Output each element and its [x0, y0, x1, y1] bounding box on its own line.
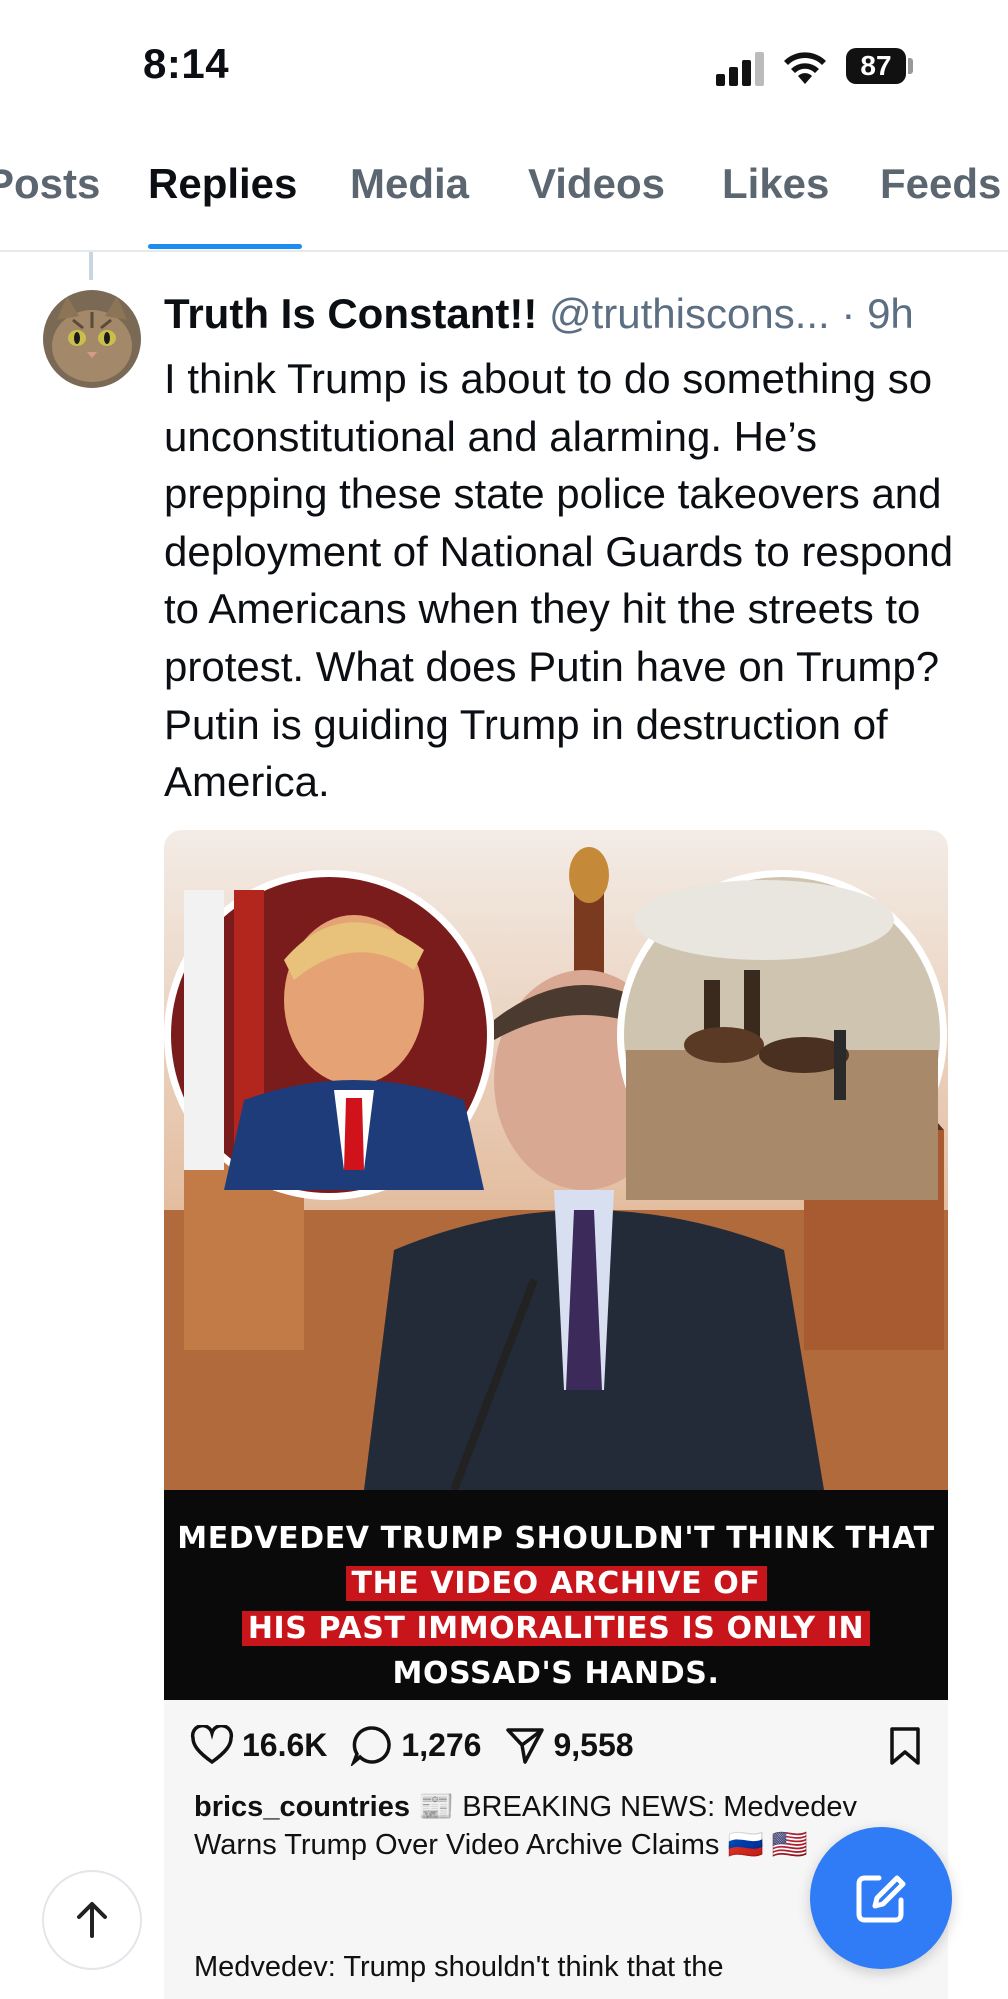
- shares-count: 9,558: [553, 1726, 634, 1763]
- share-icon: [506, 1728, 545, 1764]
- compose-button[interactable]: [810, 1827, 952, 1969]
- caption-line-1: MEDVEDEV TRUMP SHOULDN'T THINK THAT: [177, 1521, 935, 1556]
- meta-separator: ·: [841, 290, 856, 337]
- battery-icon: 87: [846, 48, 906, 84]
- embed-account: brics_countries: [194, 1791, 410, 1823]
- cellular-signal-icon: [716, 50, 766, 86]
- comment-icon: [351, 1726, 392, 1766]
- caption-line-4: MOSSAD'S HANDS.: [392, 1656, 720, 1691]
- tab-videos[interactable]: Videos: [528, 160, 665, 208]
- embed-body: Medvedev: Trump shouldn't think that the: [194, 1951, 724, 1983]
- embed-likes: 16.6K: [190, 1725, 327, 1765]
- image-caption: MEDVEDEV TRUMP SHOULDN'T THINK THAT THE …: [164, 1516, 948, 1696]
- caption-highlight-2: HIS PAST IMMORALITIES IS ONLY IN: [241, 1611, 871, 1646]
- compose-icon: [856, 1875, 906, 1923]
- news-graphic-image: [164, 830, 948, 1490]
- tab-replies[interactable]: Replies: [148, 160, 297, 208]
- heart-icon: [190, 1725, 234, 1765]
- embed-caption: brics_countries 📰 BREAKING NEWS: Medvede…: [194, 1788, 874, 1864]
- scroll-to-top-button[interactable]: [42, 1870, 142, 1970]
- likes-count: 16.6K: [242, 1726, 328, 1763]
- thread-connector: [89, 252, 93, 280]
- post-text: I think Trump is about to do something s…: [164, 355, 954, 806]
- post-age: 9h: [867, 290, 914, 337]
- profile-tab-bar: Posts Replies Media Videos Likes Feeds: [0, 150, 1008, 252]
- caption-highlight-1: THE VIDEO ARCHIVE OF: [345, 1566, 767, 1601]
- status-time: 8:14: [143, 40, 230, 87]
- active-tab-indicator: [148, 244, 302, 249]
- battery-tip: [908, 58, 913, 74]
- post-image[interactable]: MEDVEDEV TRUMP SHOULDN'T THINK THAT THE …: [164, 830, 948, 1700]
- wifi-icon: [784, 52, 826, 84]
- tab-feeds[interactable]: Feeds: [880, 160, 1001, 208]
- cat-avatar-icon: [43, 290, 141, 388]
- comments-count: 1,276: [401, 1726, 482, 1763]
- embed-comments: 1,276: [351, 1724, 481, 1766]
- bookmark-icon: [890, 1727, 920, 1765]
- tab-likes[interactable]: Likes: [722, 160, 829, 208]
- status-bar: 8:14 87: [0, 0, 1008, 120]
- embed-stats: 16.6K 1,276 9,558: [190, 1720, 658, 1770]
- author-name[interactable]: Truth Is Constant!!: [164, 290, 537, 337]
- avatar[interactable]: [43, 290, 141, 388]
- tab-media[interactable]: Media: [350, 160, 469, 208]
- author-handle[interactable]: @truthiscons...: [549, 290, 830, 337]
- embed-shares: 9,558: [505, 1725, 634, 1765]
- arrow-up-icon: [77, 1902, 107, 1938]
- post-header: Truth Is Constant!! @truthiscons... · 9h: [164, 290, 984, 346]
- tab-posts[interactable]: Posts: [0, 160, 100, 208]
